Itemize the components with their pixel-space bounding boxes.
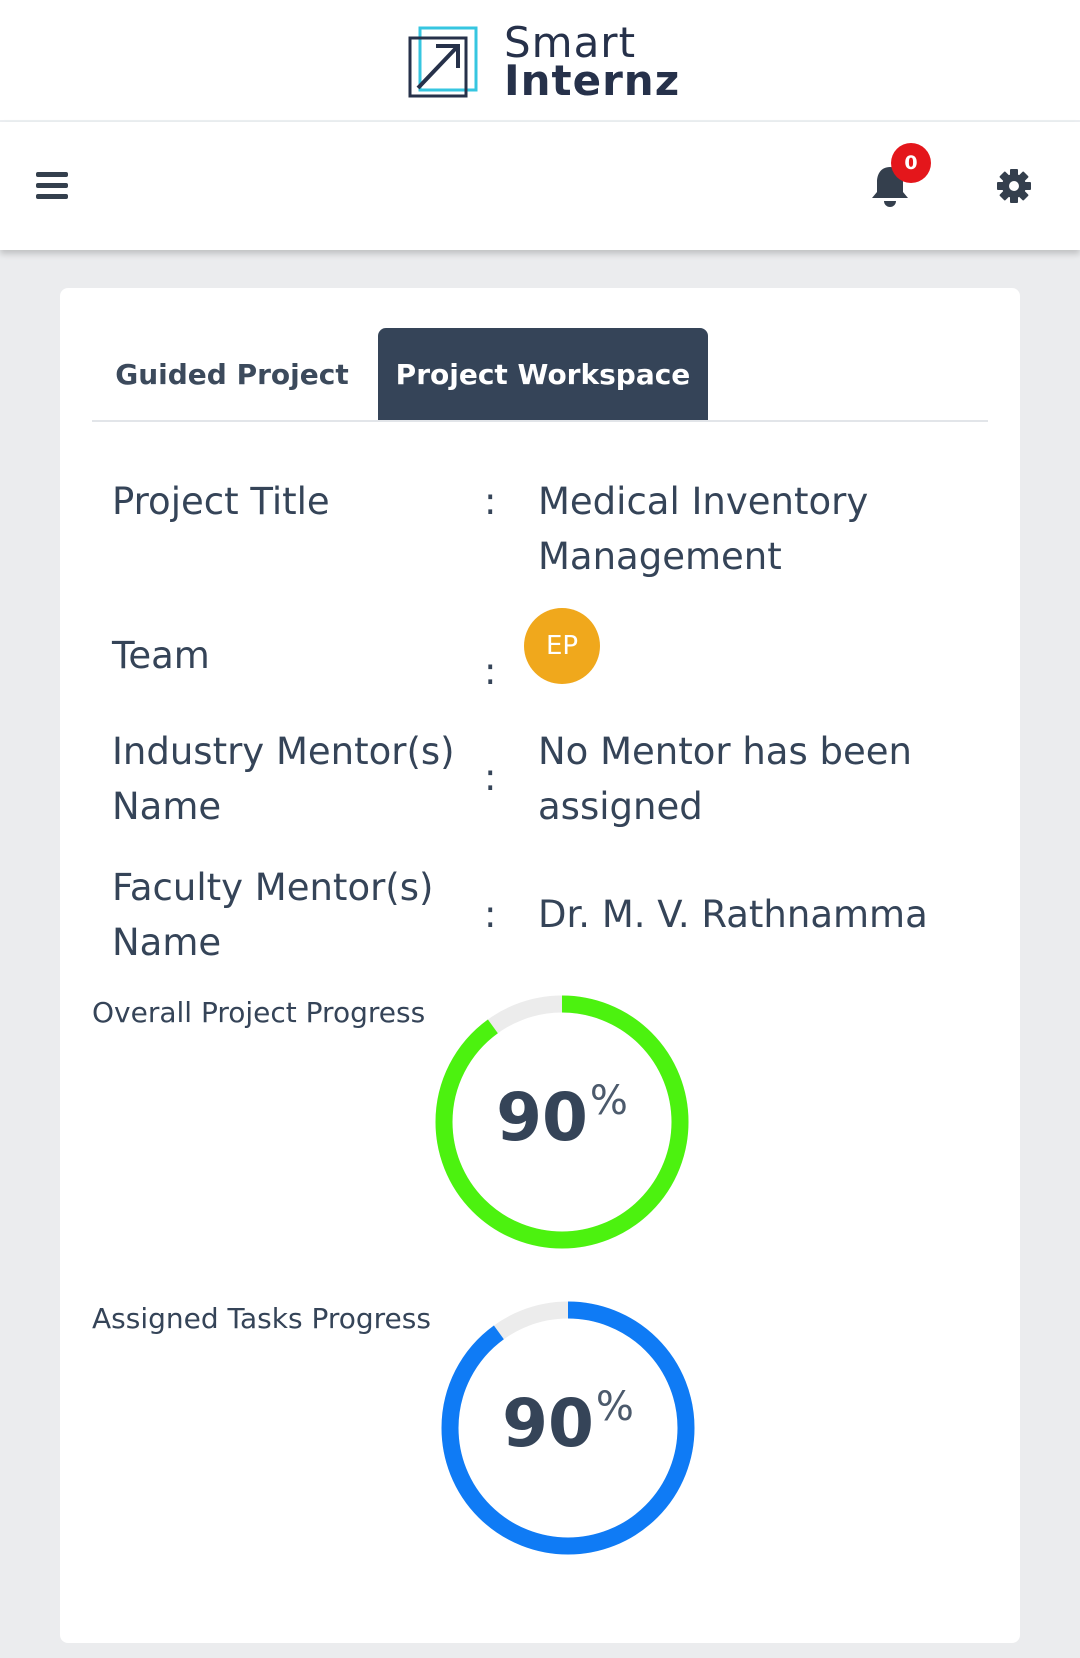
tasks-progress-label: Assigned Tasks Progress	[92, 1302, 431, 1335]
industry-mentor-value-line2: assigned	[538, 785, 703, 828]
industry-mentor-label-line2: Name	[112, 785, 222, 828]
overall-progress-label: Overall Project Progress	[92, 996, 426, 1029]
overall-progress-value: 90	[496, 1079, 588, 1156]
faculty-mentor-value: Dr. M. V. Rathnamma	[538, 893, 928, 936]
team-member-avatar[interactable]: EP	[524, 608, 600, 684]
project-title-value-line1: Medical Inventory	[538, 480, 869, 523]
industry-mentor-label-line1: Industry Mentor(s)	[112, 730, 455, 773]
tab-guided-project[interactable]: Guided Project	[92, 328, 372, 420]
logo-icon	[408, 26, 478, 98]
faculty-mentor-colon: :	[484, 893, 497, 936]
top-navigation-bar	[0, 122, 1080, 250]
team-label: Team	[112, 634, 210, 677]
tab-project-workspace[interactable]: Project Workspace	[378, 328, 708, 420]
tasks-progress-value: 90	[502, 1385, 594, 1462]
tasks-percent-sign: %	[595, 1384, 634, 1430]
notification-count-badge: 0	[891, 143, 931, 183]
project-tabs: Guided Project Project Workspace	[92, 328, 988, 422]
project-title-value-line2: Management	[538, 535, 782, 578]
logo-text-line2: Internz	[504, 56, 681, 105]
industry-mentor-colon: :	[484, 756, 497, 799]
project-title-colon: :	[484, 480, 497, 523]
tasks-progress-value-text: 90%	[438, 1384, 698, 1462]
hamburger-menu-icon[interactable]	[36, 172, 70, 200]
faculty-mentor-label-line2: Name	[112, 921, 222, 964]
project-title-label: Project Title	[112, 480, 330, 523]
project-card: Guided Project Project Workspace Project…	[60, 288, 1020, 1643]
overall-percent-sign: %	[589, 1078, 628, 1124]
logo-bar: Smart Internz	[0, 0, 1080, 122]
industry-mentor-value-line1: No Mentor has been	[538, 730, 912, 773]
faculty-mentor-label-line1: Faculty Mentor(s)	[112, 866, 434, 909]
gear-icon[interactable]	[994, 166, 1034, 206]
app-logo[interactable]: Smart Internz	[406, 22, 681, 105]
team-colon: :	[484, 650, 497, 693]
overall-progress-value-text: 90%	[432, 1078, 692, 1156]
